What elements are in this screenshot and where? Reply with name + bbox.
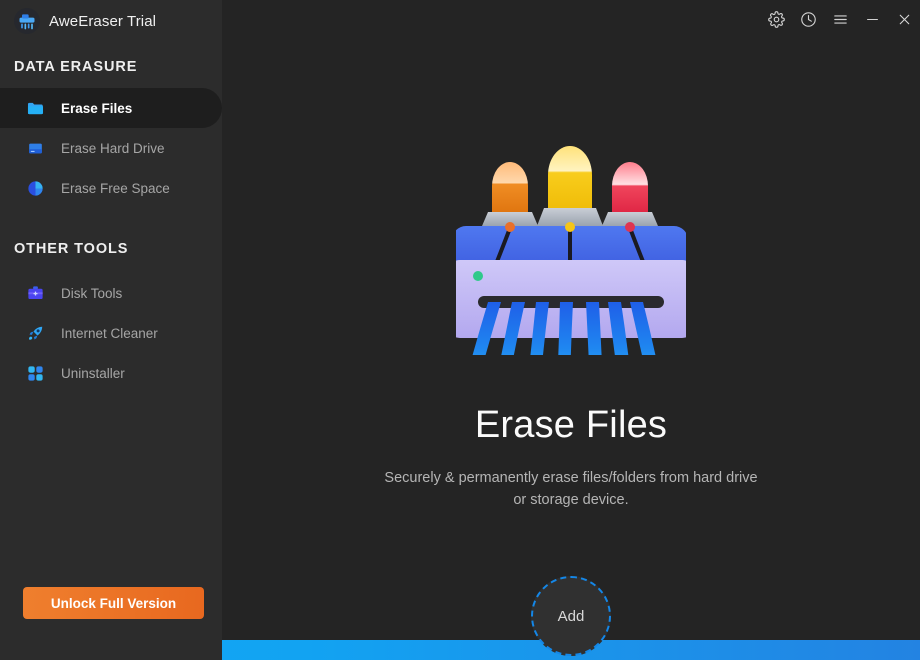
- app-window: Erase Files Securely & permanently erase…: [0, 0, 920, 660]
- unlock-full-version-button[interactable]: Unlock Full Version: [23, 587, 204, 619]
- sidebar-item-internet-cleaner[interactable]: Internet Cleaner: [0, 313, 222, 353]
- history-button[interactable]: [792, 0, 824, 38]
- page-description-line2: or storage device.: [513, 492, 629, 508]
- clock-icon: [800, 11, 816, 27]
- hard-drive-icon: [26, 139, 45, 158]
- page-title: Erase Files: [474, 404, 668, 446]
- app-brand: AweEraser Trial: [14, 6, 156, 36]
- gear-icon: [767, 10, 785, 28]
- toolbox-icon: [26, 284, 45, 303]
- section-title-data-erasure: DATA ERASURE: [14, 59, 138, 75]
- sidebar-item-label: Internet Cleaner: [61, 325, 158, 341]
- close-button[interactable]: [888, 0, 920, 38]
- folder-icon: [26, 99, 45, 118]
- sidebar: AweEraser Trial DATA ERASURE Erase Files: [0, 0, 222, 660]
- sidebar-item-label: Erase Free Space: [61, 180, 170, 196]
- section-title-other-tools: OTHER TOOLS: [14, 241, 129, 257]
- grid-squares-icon: [26, 364, 45, 383]
- pie-chart-icon: [26, 179, 45, 198]
- sidebar-item-erase-hard-drive[interactable]: Erase Hard Drive: [0, 128, 222, 168]
- page-description: Securely & permanently erase files/folde…: [222, 467, 920, 511]
- sidebar-item-label: Uninstaller: [61, 365, 125, 381]
- sidebar-item-erase-files[interactable]: Erase Files: [0, 88, 222, 128]
- settings-button[interactable]: [760, 0, 792, 38]
- app-icon: [14, 8, 40, 34]
- menu-button[interactable]: [824, 0, 856, 38]
- hamburger-icon: [833, 14, 847, 24]
- app-title: AweEraser Trial: [49, 12, 157, 30]
- rocket-icon: [26, 324, 45, 343]
- sidebar-item-disk-tools[interactable]: Disk Tools: [0, 273, 222, 313]
- minimize-button[interactable]: [856, 0, 888, 38]
- paper-shredder-illustration: [446, 100, 696, 386]
- page-description-line1: Securely & permanently erase files/folde…: [384, 470, 758, 486]
- add-button[interactable]: Add: [531, 576, 611, 656]
- sidebar-item-label: Erase Files: [61, 100, 133, 116]
- sidebar-item-uninstaller[interactable]: Uninstaller: [0, 353, 222, 393]
- shredder-icon: [19, 14, 35, 30]
- sidebar-item-erase-free-space[interactable]: Erase Free Space: [0, 168, 222, 208]
- sidebar-item-label: Erase Hard Drive: [61, 140, 165, 156]
- minimize-icon: [866, 18, 878, 20]
- close-icon: [899, 14, 909, 24]
- main-content: Erase Files Securely & permanently erase…: [222, 0, 920, 660]
- window-controls: [760, 0, 920, 38]
- sidebar-item-label: Disk Tools: [61, 285, 123, 301]
